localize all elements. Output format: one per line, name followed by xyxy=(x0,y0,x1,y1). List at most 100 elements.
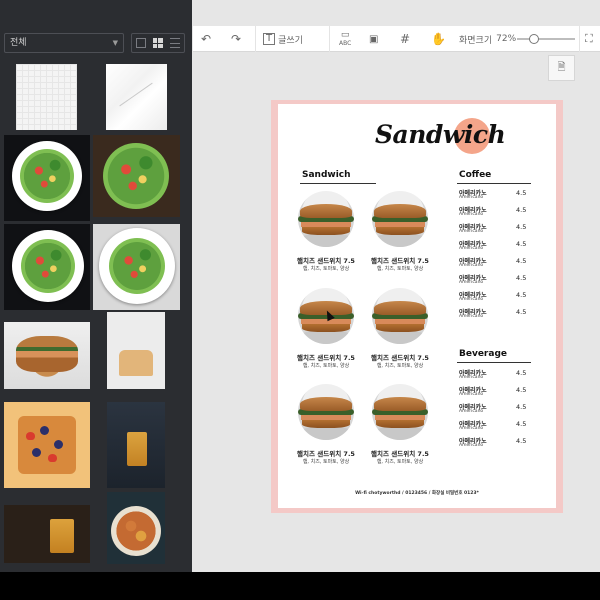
sandwich-photo[interactable] xyxy=(298,191,354,247)
menu-item-price[interactable]: 4.5 xyxy=(516,369,526,377)
strawberry-shape xyxy=(26,432,35,440)
beverage-section-title[interactable]: Beverage xyxy=(459,349,507,359)
sandwich-description[interactable]: 햄, 치즈, 토마토, 양상 xyxy=(291,362,361,369)
image-thumb-salad-white-bowl[interactable] xyxy=(93,224,180,310)
table-button[interactable]: # xyxy=(400,26,410,52)
menu-item-price[interactable]: 4.5 xyxy=(516,308,526,316)
sandwich-photo[interactable] xyxy=(372,288,428,344)
menu-item-subtitle[interactable]: Americano xyxy=(459,426,483,431)
page-panel-button[interactable]: 🗎 xyxy=(548,55,575,81)
image-thumb-salad-plate-1[interactable] xyxy=(4,135,90,221)
sandwich-description[interactable]: 햄, 치즈, 토마토, 양상 xyxy=(365,362,435,369)
menu-item-subtitle[interactable]: Americano xyxy=(459,297,483,302)
sandwich-description[interactable]: 햄, 치즈, 토마토, 양상 xyxy=(291,458,361,465)
redo-button[interactable]: ↷ xyxy=(231,26,241,52)
sandwich-name[interactable]: 햄치즈 샌드위치 7.5 xyxy=(291,448,361,458)
sandwich-name[interactable]: 햄치즈 샌드위치 7.5 xyxy=(365,352,435,362)
blueberry-shape xyxy=(32,448,41,457)
image-thumb-sandwich[interactable] xyxy=(4,322,90,389)
image-thumb-toast[interactable] xyxy=(4,402,90,488)
image-thumb-iced-drink[interactable] xyxy=(107,402,165,488)
fit-screen-icon: ⛶ xyxy=(585,32,593,45)
menu-item-price[interactable]: 4.5 xyxy=(516,257,526,265)
menu-page[interactable]: Sandwich Sandwich Coffee Beverage 햄치즈 샌드… xyxy=(278,104,556,508)
zoom-slider-track[interactable] xyxy=(517,38,575,40)
menu-item-price[interactable]: 4.5 xyxy=(516,240,526,248)
bun-top-shape xyxy=(300,204,352,218)
menu-footer[interactable]: Wi-fi chotyworthd / 0123456 / 화장실 비밀번호 0… xyxy=(278,490,556,496)
image-thumb-bread[interactable] xyxy=(107,312,165,389)
menu-item-price[interactable]: 4.5 xyxy=(516,403,526,411)
sandwich-name[interactable]: 햄치즈 샌드위치 7.5 xyxy=(291,352,361,362)
image-frame-button[interactable]: ▣ xyxy=(369,26,378,52)
grid-icon xyxy=(152,38,163,48)
text-tool-button[interactable]: T 글쓰기 xyxy=(263,26,303,52)
plate-edge-shape xyxy=(298,233,354,247)
image-thumb-salad-plate-2[interactable] xyxy=(4,224,90,310)
menu-item-price[interactable]: 4.5 xyxy=(516,291,526,299)
menu-item-price[interactable]: 4.5 xyxy=(516,420,526,428)
wordart-button[interactable]: ▭ ABC xyxy=(339,26,351,52)
menu-item-price[interactable]: 4.5 xyxy=(516,223,526,231)
sandwich-shape xyxy=(16,336,78,372)
menu-item-price[interactable]: 4.5 xyxy=(516,206,526,214)
list-icon xyxy=(170,38,181,48)
blueberry-shape xyxy=(40,426,49,435)
bun-bot-shape xyxy=(376,323,424,332)
menu-item-price[interactable]: 4.5 xyxy=(516,189,526,197)
undo-button[interactable]: ↶ xyxy=(201,26,211,52)
image-thumb-salad-bowl[interactable] xyxy=(93,135,180,217)
sandwich-photo[interactable] xyxy=(372,191,428,247)
menu-item-subtitle[interactable]: Americano xyxy=(459,314,483,319)
menu-item-price[interactable]: 4.5 xyxy=(516,274,526,282)
menu-item-subtitle[interactable]: Americano xyxy=(459,263,483,268)
grid-view-button[interactable] xyxy=(149,34,166,52)
plate-edge-shape xyxy=(372,426,428,440)
image-thumb-paper-texture[interactable] xyxy=(16,64,77,130)
menu-item-subtitle[interactable]: Americano xyxy=(459,212,483,217)
image-thumb-food-bowl[interactable] xyxy=(107,492,165,564)
image-thumb-whiskey[interactable] xyxy=(4,505,90,563)
sandwich-description[interactable]: 햄, 치즈, 토마토, 양상 xyxy=(291,265,361,272)
menu-item-price[interactable]: 4.5 xyxy=(516,437,526,445)
fit-screen-button[interactable]: ⛶ xyxy=(585,26,593,52)
single-view-button[interactable] xyxy=(132,34,149,52)
menu-item-subtitle[interactable]: Americano xyxy=(459,246,483,251)
bun-bot-shape xyxy=(376,419,424,428)
menu-item-price[interactable]: 4.5 xyxy=(516,386,526,394)
menu-item-subtitle[interactable]: Americano xyxy=(459,229,483,234)
hand-tool-button[interactable]: ✋ xyxy=(431,26,446,52)
sandwich-photo[interactable] xyxy=(298,384,354,440)
coffee-section-title[interactable]: Coffee xyxy=(459,170,491,180)
sandwich-description[interactable]: 햄, 치즈, 토마토, 양상 xyxy=(365,458,435,465)
sandwich-name[interactable]: 햄치즈 샌드위치 7.5 xyxy=(291,255,361,265)
frame-icon: ▣ xyxy=(369,33,379,45)
sandwich-name[interactable]: 햄치즈 샌드위치 7.5 xyxy=(365,255,435,265)
sandwich-photo[interactable] xyxy=(372,384,428,440)
category-select[interactable]: 전체 ▼ xyxy=(4,33,124,53)
toast-shape xyxy=(18,416,76,474)
menu-item-subtitle[interactable]: Americano xyxy=(459,280,483,285)
image-thumb-marble[interactable] xyxy=(106,64,167,130)
zoom-label: 화면크기 xyxy=(459,35,493,46)
redo-icon: ↷ xyxy=(231,32,242,46)
bread-shape xyxy=(119,350,153,376)
zoom-label-group: 화면크기 72% xyxy=(459,26,516,52)
sandwich-section-title[interactable]: Sandwich xyxy=(302,170,351,180)
zoom-slider-handle[interactable] xyxy=(529,34,540,44)
toolbar-divider xyxy=(255,26,256,52)
menu-item-subtitle[interactable]: Americano xyxy=(459,443,483,448)
sandwich-description[interactable]: 햄, 치즈, 토마토, 양상 xyxy=(365,265,435,272)
square-icon xyxy=(135,38,146,48)
sandwich-name[interactable]: 햄치즈 샌드위치 7.5 xyxy=(365,448,435,458)
view-mode-toggle xyxy=(131,33,185,53)
menu-item-subtitle[interactable]: Americano xyxy=(459,195,483,200)
menu-item-subtitle[interactable]: Americano xyxy=(459,392,483,397)
salad-shape xyxy=(109,238,165,294)
menu-item-subtitle[interactable]: Americano xyxy=(459,375,483,380)
strawberry-shape xyxy=(48,454,57,462)
list-view-button[interactable] xyxy=(167,34,184,52)
menu-item-subtitle[interactable]: Americano xyxy=(459,409,483,414)
bottom-bar xyxy=(0,572,600,600)
menu-logo[interactable]: Sandwich xyxy=(375,120,506,149)
